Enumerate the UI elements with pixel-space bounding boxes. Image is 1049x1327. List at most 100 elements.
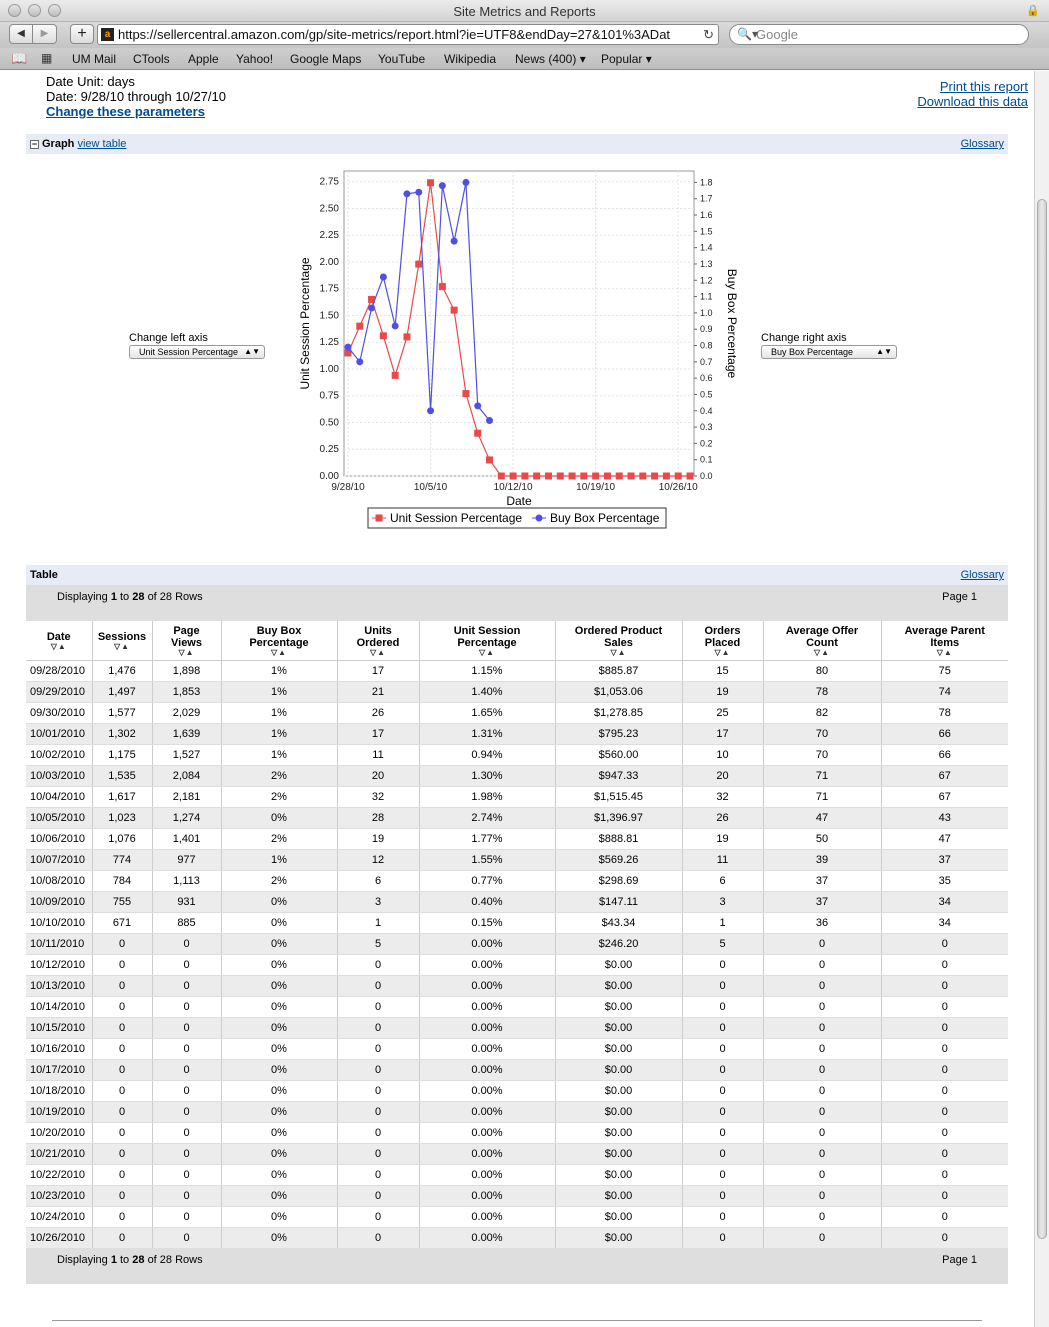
table-cell: $888.81 [554,828,682,850]
bookmark-um-mail[interactable]: UM Mail [72,52,116,66]
data-point [450,237,458,245]
column-header-label: Units [364,625,392,638]
bookmark-google-maps[interactable]: Google Maps [290,52,361,66]
metrics-chart: 0.00 0.25 0.50 0.75 1.00 1.25 1.50 1.75 2.00 2.25… [290,163,740,543]
sort-arrows-icon[interactable]: ▽▲ [93,643,152,651]
open-book-icon[interactable]: 📖 [11,51,27,67]
print-report-link[interactable]: Print this report [917,79,1028,94]
table-cell: 0.00% [418,1143,555,1165]
table-cell: 36 [762,912,881,934]
table-cell: 0 [762,954,881,976]
download-data-link[interactable]: Download this data [917,94,1028,109]
view-table-link[interactable]: view table [77,138,126,150]
table-cell: 37 [762,891,881,913]
sort-arrows-icon[interactable]: ▽▲ [556,649,682,657]
bookmark-ctools[interactable]: CTools [133,52,170,66]
vertical-scrollbar[interactable]: ▲ ▼ [1034,71,1049,1327]
table-cell: 25 [681,702,763,724]
search-field[interactable]: 🔍▾ Google [729,24,1029,45]
data-point [415,260,423,268]
sort-arrows-icon[interactable]: ▽▲ [420,649,555,657]
table-cell: 0% [220,1017,337,1039]
table-cell: $560.00 [554,744,682,766]
back-arrow-icon[interactable]: ◀ [9,24,33,44]
display-prefix: Displaying [57,591,108,603]
column-header[interactable]: Orders Placed ▽▲ [681,621,763,661]
table-cell: 0% [220,1164,337,1186]
table-cell: 34 [880,891,1008,913]
add-bookmark-button[interactable]: + [70,24,94,44]
column-header[interactable]: Average Parent Items ▽▲ [880,621,1009,661]
collapse-icon[interactable]: − [30,140,39,149]
bookmark-wikipedia[interactable]: Wikipedia [444,52,496,66]
table-cell: 20 [681,765,763,787]
table-cell: 67 [880,786,1008,808]
bookmark-apple[interactable]: Apple [188,52,219,66]
table-cell: $569.26 [554,849,682,871]
table-cell: 1.30% [418,765,555,787]
sort-arrows-icon[interactable]: ▽▲ [26,643,92,651]
column-header[interactable]: Units Ordered ▽▲ [336,621,419,661]
bookmark-youtube[interactable]: YouTube [378,52,425,66]
x-tick-label: 10/26/10 [659,482,698,493]
column-header[interactable]: Ordered Product Sales ▽▲ [554,621,682,661]
change-parameters-link[interactable]: Change these parameters [46,104,226,119]
table-title: Table [30,569,58,581]
data-point [686,472,694,480]
column-header[interactable]: Unit Session Percentage ▽▲ [418,621,555,661]
sort-arrows-icon[interactable]: ▽▲ [683,649,763,657]
left-axis-label: Change left axis [129,332,208,344]
table-cell: 0 [880,954,1008,976]
grid-icon[interactable]: ▦ [41,51,52,65]
table-cell: $947.33 [554,765,682,787]
sort-arrows-icon[interactable]: ▽▲ [764,649,881,657]
table-cell: 15 [681,660,763,682]
sort-arrows-icon[interactable]: ▽▲ [222,649,337,657]
table-cell: 0 [681,954,763,976]
address-bar[interactable]: a https://sellercentral.amazon.com/gp/si… [97,24,719,45]
table-cell: 0 [880,996,1008,1018]
table-cell: 0% [220,975,337,997]
graph-glossary-link[interactable]: Glossary [961,134,1004,154]
sort-arrows-icon[interactable]: ▽▲ [882,649,1009,657]
table-cell: 0 [762,933,881,955]
reload-icon[interactable]: ↻ [699,25,714,44]
left-axis-select[interactable]: Unit Session Percentage ▲▼ [129,345,265,359]
legend-label: Buy Box Percentage [550,511,660,525]
table-cell: 0 [151,1143,221,1165]
sort-arrows-icon[interactable]: ▽▲ [338,649,419,657]
table-cell: 0 [91,996,152,1018]
x-axis-title: Date [506,494,532,508]
right-axis-value: Buy Box Percentage [771,347,854,357]
display-to: 28 [132,1254,145,1266]
table-cell: 10/14/2010 [26,996,92,1018]
graph-section-title: − Graph view table [30,134,126,154]
table-cell: 0% [220,1227,337,1249]
column-header[interactable]: Page Views ▽▲ [151,621,221,661]
column-header[interactable]: Buy Box Percentage ▽▲ [220,621,337,661]
y-tick-label: 1.25 [320,337,340,348]
bookmark-yahoo[interactable]: Yahoo! [236,52,273,66]
table-row: 10/07/2010 774 977 1% 12 1.55% $569.26 11 39 37 [26,849,1008,871]
bookmark-popular[interactable]: Popular ▾ [601,52,652,66]
table-cell: 09/29/2010 [26,681,92,703]
table-cell: 0 [91,1122,152,1144]
bookmark-news[interactable]: News (400) ▾ [515,52,586,66]
scrollbar-thumb[interactable] [1037,199,1047,1239]
column-header[interactable]: Sessions ▽▲ [91,621,152,661]
table-cell: 10/23/2010 [26,1185,92,1207]
table-glossary-link[interactable]: Glossary [961,565,1004,585]
window-titlebar: Site Metrics and Reports 🔒 [0,0,1049,22]
column-header[interactable]: Date ▽▲ [26,621,92,661]
table-cell: 0 [151,1185,221,1207]
sort-arrows-icon[interactable]: ▽▲ [153,649,221,657]
y2-tick-label: 0.8 [700,341,713,351]
forward-arrow-icon[interactable]: ▶ [33,24,57,44]
table-cell: $0.00 [554,1206,682,1228]
column-header[interactable]: Average Offer Count ▽▲ [762,621,881,661]
table-cell: 1,617 [91,786,152,808]
right-axis-select[interactable]: Buy Box Percentage ▲▼ [761,345,897,359]
table-cell: 0 [151,1206,221,1228]
x-tick-label: 10/19/10 [576,482,615,493]
table-cell: 0 [762,975,881,997]
